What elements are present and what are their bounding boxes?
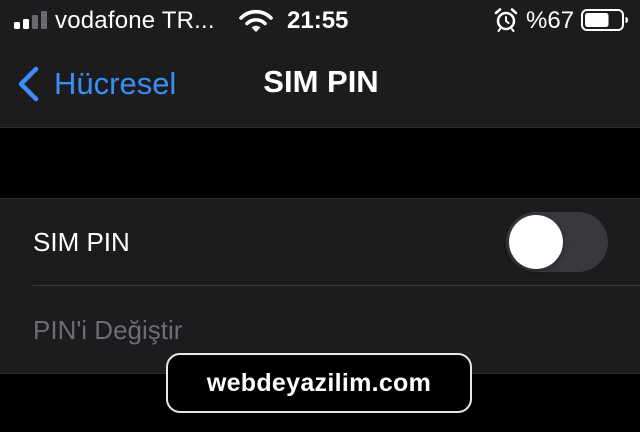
navigation-bar: Hücresel SIM PIN <box>0 42 640 128</box>
sim-pin-label: SIM PIN <box>33 227 130 257</box>
change-pin-label: PIN'i Değiştir <box>33 315 183 345</box>
page-title: SIM PIN <box>263 64 379 99</box>
settings-group: SIM PIN PIN'i Değiştir <box>0 198 640 374</box>
toggle-knob <box>509 215 563 269</box>
watermark-badge: webdeyazilim.com <box>166 353 472 413</box>
carrier-name: vodafone TR... <box>55 7 215 34</box>
battery-icon <box>581 9 628 31</box>
sim-pin-row: SIM PIN <box>0 199 640 286</box>
battery-percentage: %67 <box>526 7 575 34</box>
wifi-icon <box>239 9 273 32</box>
sim-pin-toggle[interactable] <box>506 212 608 272</box>
row-separator <box>33 285 640 286</box>
signal-bars-icon <box>14 11 48 29</box>
screen: vodafone TR... 21:55 %67 Hücresel SIM PI… <box>0 0 640 432</box>
alarm-clock-icon <box>494 8 518 32</box>
status-time: 21:55 <box>287 7 349 34</box>
status-bar: vodafone TR... 21:55 %67 <box>0 0 640 42</box>
